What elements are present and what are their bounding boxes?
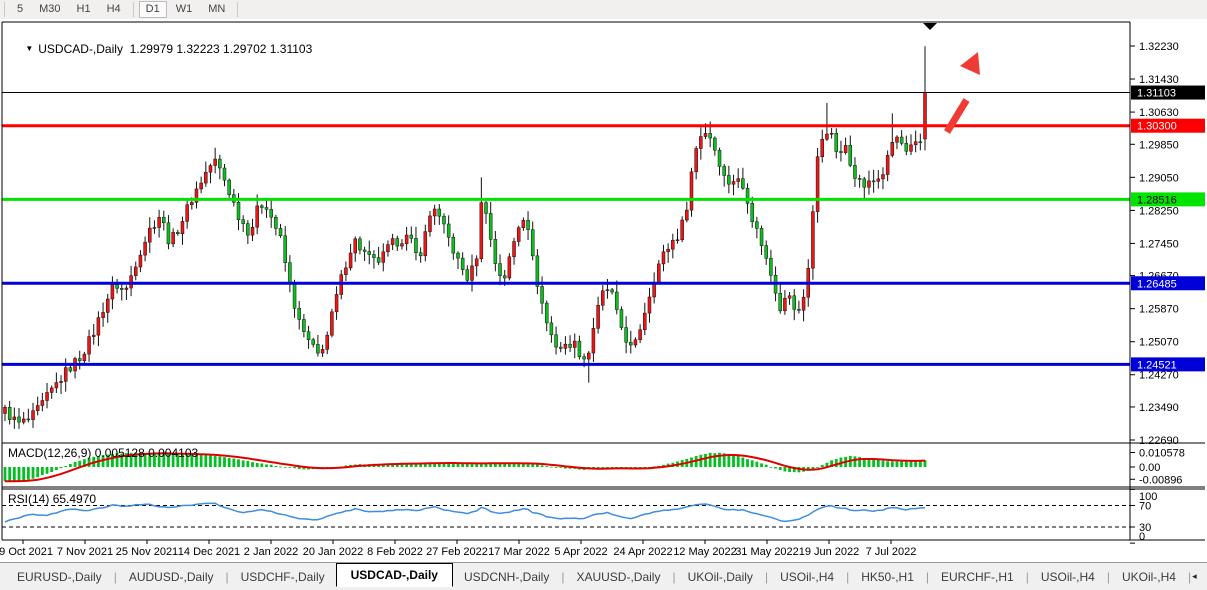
tab-usdcad-daily[interactable]: USDCAD-,Daily bbox=[336, 563, 453, 587]
price-axis-label: 1.23490 bbox=[1139, 402, 1179, 414]
timeframe-button-h1[interactable]: H1 bbox=[70, 1, 98, 18]
tab-scroll-left-icon[interactable]: ◂ bbox=[1192, 571, 1197, 582]
tab-usoil-h4[interactable]: USOil-,H4 bbox=[1030, 565, 1106, 589]
timeframe-button-d1[interactable]: D1 bbox=[139, 1, 167, 18]
chart-title: ▼ USDCAD-,Daily 1.29979 1.32223 1.29702 1… bbox=[12, 28, 312, 70]
price-badge-1.24521: 1.24521 bbox=[1131, 357, 1205, 371]
svg-text:1.31103: 1.31103 bbox=[1137, 88, 1176, 100]
svg-text:1.24521: 1.24521 bbox=[1137, 359, 1177, 371]
macd-indicator-label: MACD(12,26,9) 0.005128 0.004103 bbox=[8, 446, 198, 460]
timeframe-button-w1[interactable]: W1 bbox=[169, 1, 200, 18]
price-badge-1.31103: 1.31103 bbox=[1131, 86, 1205, 100]
chart-ohlc-values: 1.29979 1.32223 1.29702 1.31103 bbox=[130, 42, 313, 56]
price-axis-label: 1.31430 bbox=[1139, 74, 1179, 86]
svg-text:1.30300: 1.30300 bbox=[1137, 121, 1177, 133]
tab-eurchf-h1[interactable]: EURCHF-,H1 bbox=[930, 565, 1025, 589]
price-axis-label: 1.25870 bbox=[1139, 304, 1179, 316]
chart-dropdown-icon[interactable]: ▼ bbox=[25, 44, 33, 53]
timeframe-button-mn[interactable]: MN bbox=[201, 1, 232, 18]
date-axis-label: 5 Apr 2022 bbox=[554, 546, 607, 558]
rsi-axis-label: 0 bbox=[1139, 531, 1145, 543]
timeframe-button-m30[interactable]: M30 bbox=[32, 1, 67, 18]
macd-name: MACD(12,26,9) bbox=[8, 446, 91, 460]
trading-terminal-window: 5M30H1H4 D1W1MN 1.32230 1.31430 1.30630 1.29… bbox=[0, 0, 1207, 590]
date-axis-label: 12 May 2022 bbox=[673, 546, 737, 558]
rsi-name: RSI(14) bbox=[8, 492, 49, 506]
date-axis-label: 27 Feb 2022 bbox=[426, 546, 488, 558]
tab-usdchf-daily[interactable]: USDCHF-,Daily bbox=[230, 565, 336, 589]
tab-xauusd-daily[interactable]: XAUUSD-,Daily bbox=[565, 565, 671, 589]
rsi-axis-label: 70 bbox=[1139, 501, 1151, 513]
timeframe-toolbar: 5M30H1H4 D1W1MN bbox=[0, 0, 1207, 19]
date-axis-label: 2 Jan 2022 bbox=[244, 546, 298, 558]
svg-text:1.28516: 1.28516 bbox=[1137, 194, 1177, 206]
date-axis-label: 19 Oct 2021 bbox=[0, 546, 53, 558]
chart-title-symbol: USDCAD-,Daily bbox=[38, 42, 123, 56]
tab-eurusd-daily[interactable]: EURUSD-,Daily bbox=[6, 565, 113, 589]
date-axis-label: 17 Mar 2022 bbox=[488, 546, 550, 558]
price-axis-label: 1.29050 bbox=[1139, 172, 1179, 184]
price-badge-1.26485: 1.26485 bbox=[1131, 276, 1205, 290]
rsi-value: 65.4970 bbox=[53, 492, 96, 506]
price-axis-label: 1.25070 bbox=[1139, 337, 1179, 349]
chart-background bbox=[0, 19, 1207, 562]
date-axis-label: 20 Jan 2022 bbox=[303, 546, 364, 558]
date-axis-label: 7 Jul 2022 bbox=[866, 546, 917, 558]
date-axis-label: 8 Feb 2022 bbox=[367, 546, 423, 558]
rsi-indicator-label: RSI(14) 65.4970 bbox=[8, 492, 96, 506]
price-axis-label: 1.28250 bbox=[1139, 205, 1179, 217]
tab-ukoil-h4[interactable]: UKOil-,H4 bbox=[1111, 565, 1187, 589]
timeframe-button-5[interactable]: 5 bbox=[10, 1, 30, 18]
price-axis-label: 1.24270 bbox=[1139, 370, 1179, 382]
toolbar-separator bbox=[4, 2, 5, 17]
macd-axis-label: -0.00896 bbox=[1139, 474, 1182, 486]
macd-axis-label: 0.00 bbox=[1139, 462, 1160, 474]
toolbar-separator bbox=[237, 2, 238, 17]
price-axis-label: 1.22690 bbox=[1139, 435, 1179, 447]
macd-main-value: 0.005128 bbox=[95, 446, 145, 460]
price-badge-1.28516: 1.28516 bbox=[1131, 192, 1205, 206]
tab-audusd-daily[interactable]: AUDUSD-,Daily bbox=[118, 565, 225, 589]
toolbar-separator bbox=[133, 2, 134, 17]
svg-text:1.26485: 1.26485 bbox=[1137, 278, 1177, 290]
date-axis-label: 7 Nov 2021 bbox=[57, 546, 113, 558]
price-axis-label: 1.32230 bbox=[1139, 41, 1179, 53]
tab-usoil-h4[interactable]: USOil-,H4 bbox=[769, 565, 845, 589]
price-axis-label: 1.30630 bbox=[1139, 107, 1179, 119]
tab-hk50-h1[interactable]: HK50-,H1 bbox=[850, 565, 925, 589]
tab-usdcnh-daily[interactable]: USDCNH-,Daily bbox=[453, 565, 560, 589]
date-axis-label: 19 Jun 2022 bbox=[799, 546, 860, 558]
date-axis-label: 31 May 2022 bbox=[735, 546, 799, 558]
chart-canvas[interactable]: 1.32230 1.31430 1.30630 1.29850 1.29050 1.282… bbox=[0, 19, 1207, 562]
price-badge-1.30300: 1.30300 bbox=[1131, 119, 1205, 133]
tab-ukoil-daily[interactable]: UKOil-,Daily bbox=[677, 565, 764, 589]
timeframe-button-h4[interactable]: H4 bbox=[100, 1, 128, 18]
price-axis-label: 1.29850 bbox=[1139, 139, 1179, 151]
symbol-tab-bar: EURUSD-,Daily|AUDUSD-,Daily|USDCHF-,Dail… bbox=[0, 562, 1207, 590]
date-axis-label: 14 Dec 2021 bbox=[178, 546, 240, 558]
macd-axis-label: 0.010578 bbox=[1139, 448, 1185, 460]
macd-signal-value: 0.004103 bbox=[148, 446, 198, 460]
date-axis-label: 24 Apr 2022 bbox=[613, 546, 672, 558]
price-axis-label: 1.27450 bbox=[1139, 238, 1179, 250]
date-axis-label: 25 Nov 2021 bbox=[116, 546, 178, 558]
